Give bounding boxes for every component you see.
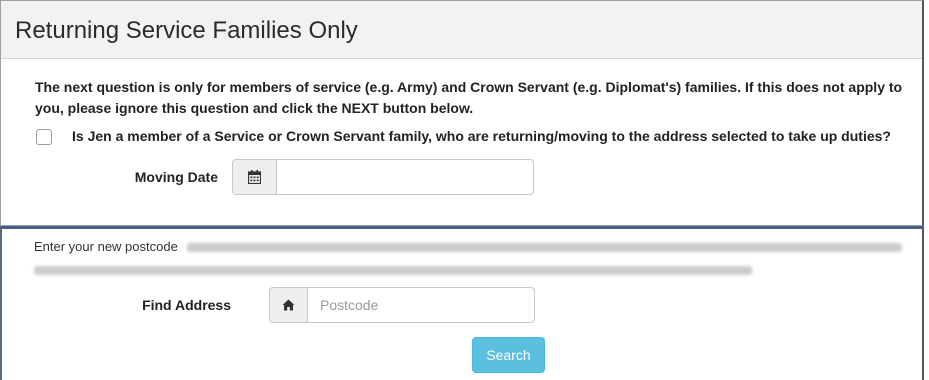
search-button[interactable]: Search [472, 337, 545, 373]
redacted-text [187, 243, 903, 253]
moving-date-label: Moving Date [134, 169, 218, 185]
postcode-input[interactable]: Postcode [307, 287, 535, 323]
service-families-panel: Returning Service Families Only The next… [0, 0, 924, 226]
address-panel: Enter your new postcode Find Address Pos… [0, 229, 924, 380]
moving-date-row: Moving Date [35, 159, 910, 195]
redacted-text [34, 266, 752, 276]
moving-date-input[interactable] [276, 159, 534, 195]
calendar-icon[interactable] [232, 159, 276, 195]
moving-date-input-group [232, 159, 534, 195]
postcode-instructions: Enter your new postcode [34, 237, 903, 257]
redacted-text-line-2 [34, 262, 752, 280]
postcode-intro-text: Enter your new postcode [34, 239, 178, 254]
find-address-label: Find Address [142, 297, 231, 313]
find-address-row: Find Address Postcode [2, 287, 535, 323]
panel-body: The next question is only for members of… [1, 59, 922, 195]
panel-title: Returning Service Families Only [1, 1, 922, 59]
service-info-text: The next question is only for members of… [35, 79, 903, 116]
service-checkbox-row: Is Jen a member of a Service or Crown Se… [35, 126, 910, 147]
service-family-checkbox-label: Is Jen a member of a Service or Crown Se… [72, 128, 891, 144]
postcode-input-group: Postcode [269, 287, 535, 323]
home-icon [269, 287, 307, 323]
